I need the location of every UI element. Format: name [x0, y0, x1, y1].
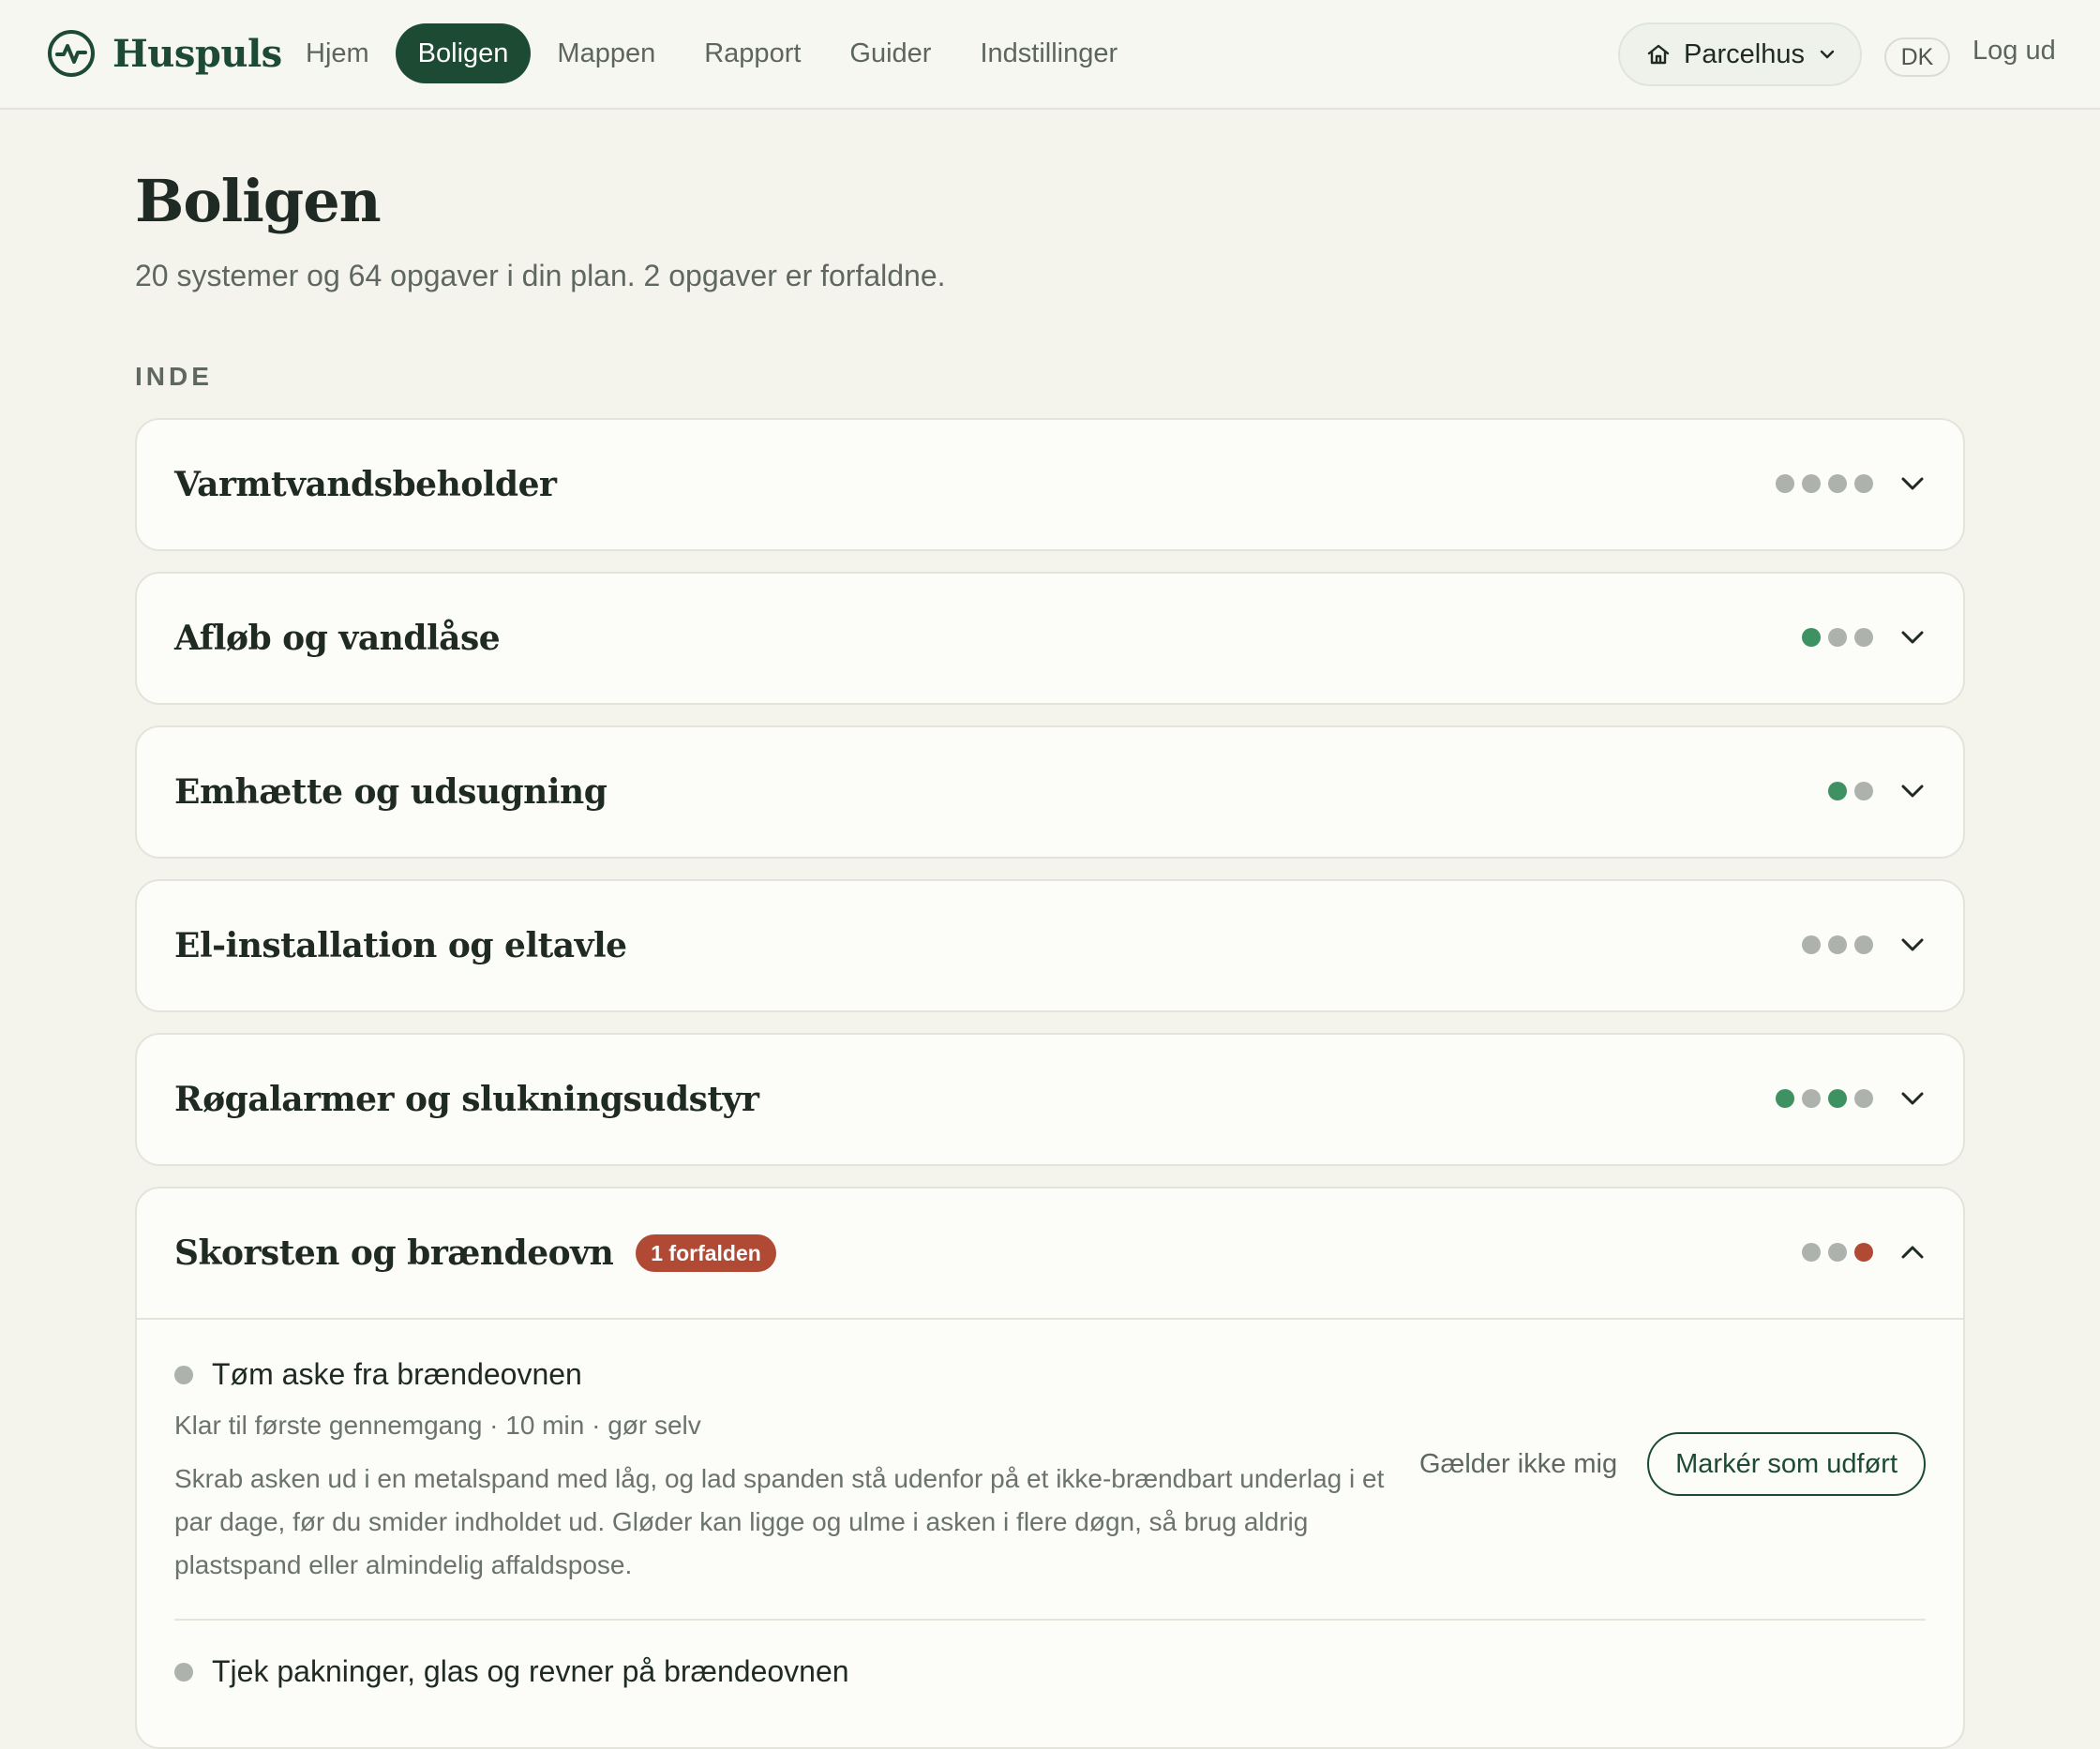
status-dot-grey: [1854, 935, 1873, 954]
system-card: Afløb og vandlåse: [135, 572, 1965, 705]
task-description: Skrab asken ud i en metalspand med låg, …: [174, 1464, 1385, 1579]
task-list: Tøm aske fra brændeovnen Klar til første…: [137, 1318, 1963, 1689]
nav-item-rapport[interactable]: Rapport: [682, 23, 823, 83]
task-status-dot: [174, 1365, 193, 1384]
system-card: Emhætte og udsugning: [135, 725, 1965, 859]
system-card-header[interactable]: Varmtvandsbeholder: [137, 420, 1963, 549]
not-applicable-link[interactable]: Gælder ikke mig: [1419, 1449, 1617, 1480]
nav-item-guider[interactable]: Guider: [827, 23, 953, 83]
status-dot-green: [1776, 1089, 1794, 1108]
status-dot-grey: [1828, 474, 1847, 493]
status-dot-grey: [1802, 1243, 1821, 1262]
system-title: Emhætte og udsugning: [174, 772, 608, 812]
status-dot-grey: [1854, 1089, 1873, 1108]
task-status-dots: [1794, 1188, 1873, 1316]
status-dot-grey: [1828, 628, 1847, 647]
nav-item-boligen[interactable]: Boligen: [395, 23, 532, 83]
status-dot-grey: [1802, 474, 1821, 493]
system-card-header[interactable]: Emhætte og udsugning: [137, 727, 1963, 857]
nav-item-mappen[interactable]: Mappen: [534, 23, 678, 83]
status-dot-grey: [1776, 474, 1794, 493]
task-title: Tøm aske fra brændeovnen: [212, 1357, 582, 1391]
task-status-dots: [1794, 574, 1873, 701]
task-actions: Gælder ikke mig Markér som udført: [1419, 1432, 1926, 1496]
system-card-header[interactable]: Røgalarmer og slukningsudstyr: [137, 1035, 1963, 1164]
nav-item-indstillinger[interactable]: Indstillinger: [957, 23, 1140, 83]
overdue-badge: 1 forfalden: [636, 1234, 776, 1272]
task-item: Tøm aske fra brændeovnen Klar til første…: [174, 1320, 1926, 1621]
system-card: El-installation og eltavle: [135, 879, 1965, 1012]
logout-link[interactable]: Log ud: [1972, 36, 2056, 67]
system-title: Afløb og vandlåse: [174, 619, 501, 658]
task-status-dots: [1768, 1035, 1873, 1162]
chevron-down-icon[interactable]: [1898, 776, 1928, 806]
chevron-down-icon: [1820, 50, 1835, 59]
pulse-logo-icon: [48, 30, 95, 77]
house-icon: [1647, 44, 1670, 65]
task-status-dot: [174, 1662, 193, 1682]
page-summary: 20 systemer og 64 opgaver i din plan. 2 …: [135, 259, 946, 292]
main-nav: Hjem Boligen Mappen Rapport Guider Indst…: [283, 23, 1144, 83]
task-status-dots: [1768, 420, 1873, 547]
system-title: Røgalarmer og slukningsudstyr: [174, 1080, 759, 1119]
system-title: Varmtvandsbeholder: [174, 465, 557, 504]
status-dot-grey: [1828, 935, 1847, 954]
page-title: Boligen: [135, 167, 382, 235]
language-switch[interactable]: DK: [1884, 37, 1950, 77]
status-dot-grey: [1802, 1089, 1821, 1108]
system-card-expanded: Skorsten og brændeovn 1 forfalden Tøm as…: [135, 1187, 1965, 1749]
status-dot-grey: [1802, 935, 1821, 954]
section-label: INDE: [135, 362, 213, 391]
chevron-up-icon[interactable]: [1898, 1237, 1928, 1267]
brand-name: Huspuls: [112, 31, 282, 76]
task-title: Tjek pakninger, glas og revner på brænde…: [212, 1654, 849, 1688]
system-card-header[interactable]: El-installation og eltavle: [137, 881, 1963, 1010]
system-card-header[interactable]: Skorsten og brændeovn 1 forfalden: [137, 1188, 1963, 1318]
status-dot-green: [1802, 628, 1821, 647]
task-status-dots: [1821, 727, 1873, 855]
task-status-dots: [1794, 881, 1873, 1009]
chevron-down-icon[interactable]: [1898, 930, 1928, 960]
system-card: Røgalarmer og slukningsudstyr: [135, 1033, 1965, 1166]
status-dot-grey: [1828, 1243, 1847, 1262]
chevron-down-icon[interactable]: [1898, 469, 1928, 499]
nav-item-hjem[interactable]: Hjem: [283, 23, 392, 83]
status-dot-red: [1854, 1243, 1873, 1262]
task-item: Tjek pakninger, glas og revner på brænde…: [174, 1621, 1926, 1689]
status-dot-green: [1828, 782, 1847, 800]
house-type-select[interactable]: Parcelhus: [1618, 22, 1862, 86]
system-card: Varmtvandsbeholder: [135, 418, 1965, 551]
chevron-down-icon[interactable]: [1898, 1084, 1928, 1114]
status-dot-green: [1828, 1089, 1847, 1108]
system-title: Skorsten og brændeovn: [174, 1233, 614, 1273]
status-dot-grey: [1854, 628, 1873, 647]
top-bar: Huspuls Hjem Boligen Mappen Rapport Guid…: [0, 0, 2100, 110]
status-dot-grey: [1854, 782, 1873, 800]
system-card-header[interactable]: Afløb og vandlåse: [137, 574, 1963, 703]
house-type-label: Parcelhus: [1684, 38, 1805, 69]
mark-done-button[interactable]: Markér som udført: [1647, 1432, 1926, 1496]
status-dot-grey: [1854, 474, 1873, 493]
system-title: El-installation og eltavle: [174, 926, 627, 965]
brand[interactable]: Huspuls: [47, 29, 282, 78]
chevron-down-icon[interactable]: [1898, 622, 1928, 652]
